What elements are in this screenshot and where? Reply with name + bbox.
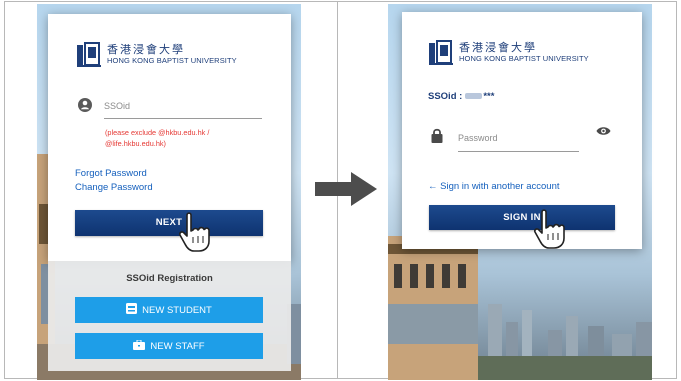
password-input[interactable]: Password <box>458 133 498 143</box>
next-button[interactable]: NEXT <box>75 210 263 236</box>
pointer-hand-icon <box>533 208 581 259</box>
hkbu-emblem-icon <box>428 40 454 66</box>
forgot-password-link[interactable]: Forgot Password <box>75 167 147 180</box>
briefcase-icon <box>133 339 146 353</box>
user-circle-icon <box>78 98 92 117</box>
hkbu-emblem-icon <box>76 42 102 68</box>
ssoid-hint-line1: (please exclude @hkbu.edu.hk / <box>105 128 210 137</box>
ssoid-display: SSOid : *** <box>428 91 494 102</box>
sign-in-another-account-link[interactable]: ← Sign in with another account <box>428 180 560 193</box>
new-staff-label: NEW STAFF <box>150 340 205 352</box>
login-card-left: 香港浸會大學 HONG KONG BAPTIST UNIVERSITY SSOi… <box>48 14 291 261</box>
pointer-hand-icon <box>178 211 226 262</box>
sign-in-button[interactable]: SIGN IN <box>429 205 615 230</box>
password-underline <box>458 151 579 152</box>
logo-english-name: HONG KONG BAPTIST UNIVERSITY <box>459 54 589 63</box>
new-student-button[interactable]: NEW STUDENT <box>75 297 263 323</box>
ssoid-masked-value <box>465 93 483 100</box>
lock-icon <box>431 128 443 148</box>
logo-english-name: HONG KONG BAPTIST UNIVERSITY <box>107 56 237 65</box>
login-card-right: 香港浸會大學 HONG KONG BAPTIST UNIVERSITY SSOi… <box>402 12 642 249</box>
logo-chinese-name: 香港浸會大學 <box>459 41 537 54</box>
new-staff-button[interactable]: NEW STAFF <box>75 333 263 359</box>
ssoid-hint-line2: @life.hkbu.edu.hk) <box>105 139 166 148</box>
hkbu-logo: 香港浸會大學 HONG KONG BAPTIST UNIVERSITY <box>76 42 237 68</box>
registration-title: SSOid Registration <box>126 273 213 284</box>
ssoid-underline <box>104 118 262 119</box>
hkbu-logo: 香港浸會大學 HONG KONG BAPTIST UNIVERSITY <box>428 40 589 66</box>
right-arrow-icon <box>315 172 377 211</box>
registration-section: SSOid Registration NEW STUDENT NEW STAFF <box>48 261 291 371</box>
ssoid-input[interactable]: SSOid <box>104 101 130 111</box>
ssoid-suffix: *** <box>483 91 495 102</box>
new-student-label: NEW STUDENT <box>142 304 212 316</box>
eye-icon[interactable] <box>596 123 611 141</box>
ssoid-prefix: SSOid : <box>428 91 463 102</box>
student-card-icon <box>126 303 138 317</box>
change-password-link[interactable]: Change Password <box>75 181 153 194</box>
logo-chinese-name: 香港浸會大學 <box>107 43 185 56</box>
